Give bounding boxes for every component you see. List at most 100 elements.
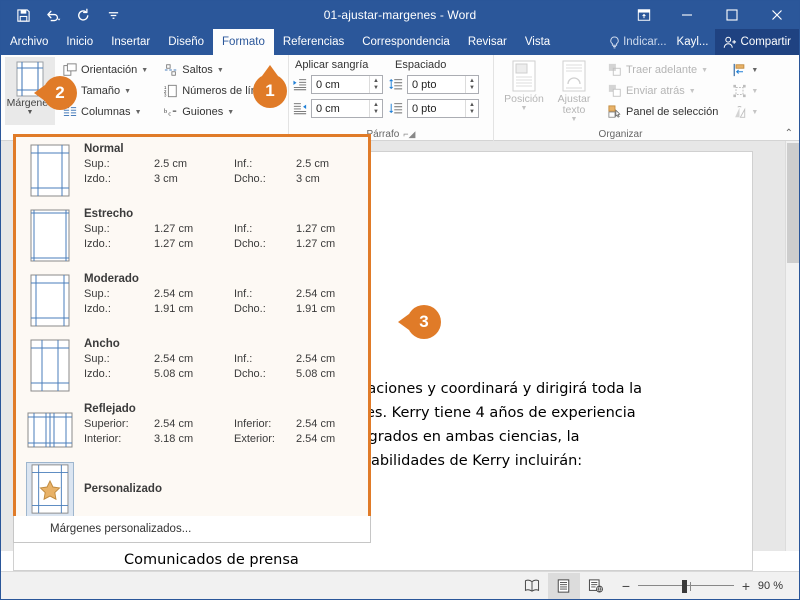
spacing-before-spinner[interactable]: 0 pto ▲ ▼ [407,75,479,94]
vertical-scrollbar[interactable] [785,141,799,551]
position-icon [512,60,536,92]
rotate-objects-icon [735,106,746,118]
share-button[interactable]: Compartir [714,29,799,55]
position-caret-icon[interactable]: ▼ [521,105,528,113]
wrap-text-caret-icon[interactable]: ▼ [571,116,578,124]
margin-preset-estrecho[interactable]: Estrecho Sup.: 1.27 cm Inf.: 1.27 cm Izd… [16,202,368,267]
tab-referencias[interactable]: Referencias [274,29,353,55]
tab-insertar[interactable]: Insertar [102,29,159,55]
user-account-label[interactable]: Kayl... [671,36,715,48]
list-item: Comunicados de prensa [124,552,299,568]
tab-revisar[interactable]: Revisar [459,29,516,55]
spacing-after-arrows[interactable]: ▲ ▼ [465,100,478,117]
selection-pane-label: Panel de selección [626,106,719,118]
tell-me-box[interactable]: Indicar... [605,35,670,49]
zoom-slider[interactable] [637,579,734,593]
chevron-down-icon[interactable]: ▼ [689,88,696,95]
margins-caret-icon[interactable]: ▼ [27,109,34,117]
indent-left-spinner[interactable]: 0 cm ▲ ▼ [311,75,383,94]
redo-icon[interactable] [69,3,97,27]
preset-values: Sup.: 2.5 cm Inf.: 2.5 cm Izdo.: 3 cm Dc… [84,157,364,187]
spacing-before-icon [389,79,403,90]
spacing-after-spinner[interactable]: 0 pto ▲ ▼ [407,99,479,118]
margin-preset-personalizado[interactable]: Personalizado [16,461,368,517]
save-icon[interactable] [9,3,37,27]
indent-left-field[interactable]: 0 cm ▲ ▼ [293,74,383,95]
spacing-before-field[interactable]: 0 pto ▲ ▼ [389,74,479,95]
selection-pane-button[interactable]: Panel de selección [604,102,722,122]
rotate-objects-button[interactable]: ▼ [728,102,762,122]
send-backward-button[interactable]: Enviar atrás ▼ [604,81,722,101]
share-person-icon [723,36,736,48]
columns-button[interactable]: Columnas ▼ [59,102,152,122]
tab-archivo[interactable]: Archivo [1,29,57,55]
margin-preset-ancho[interactable]: Ancho Sup.: 2.54 cm Inf.: 2.54 cm Izdo.:… [16,332,368,397]
field-label: Inf.: [234,158,253,170]
undo-icon[interactable] [39,3,67,27]
chevron-down-icon[interactable]: ▼ [751,88,758,95]
tab-diseno[interactable]: Diseño [159,29,213,55]
chevron-down-icon[interactable]: ▼ [124,88,131,95]
chevron-down-icon[interactable]: ▼ [751,67,758,74]
chevron-down-icon[interactable]: ▼ [135,109,142,116]
ribbon-group-paragraph: Aplicar sangría Espaciado 0 cm ▲ ▼ 0 cm … [289,55,494,141]
tab-formato[interactable]: Formato [213,29,274,55]
zoom-slider-thumb[interactable] [681,579,687,593]
size-label: Tamaño [81,85,121,97]
field-label: Dcho.: [234,368,266,380]
web-layout-icon[interactable] [580,573,612,599]
status-bar: − + 90 % [1,571,799,599]
spacing-after-field[interactable]: 0 pto ▲ ▼ [389,98,479,119]
custom-margins-menu-item[interactable]: Márgenes personalizados... [13,516,371,543]
indent-left-arrows[interactable]: ▲ ▼ [369,76,382,93]
close-button[interactable] [754,1,799,29]
zoom-in-button[interactable]: + [740,578,752,594]
spacing-before-arrows[interactable]: ▲ ▼ [465,76,478,93]
orientation-button[interactable]: Orientación ▼ [59,60,152,80]
word-window: 01-ajustar-margenes - Word Archivo Inici… [0,0,800,600]
field-value: 3.18 cm [154,433,194,445]
wrap-text-button[interactable]: Ajustar texto ▼ [550,57,598,125]
zoom-out-button[interactable]: − [620,578,632,594]
maximize-button[interactable] [709,1,754,29]
preset-title: Estrecho [84,208,134,220]
zoom-level-label[interactable]: 90 % [758,580,791,592]
tab-inicio[interactable]: Inicio [57,29,102,55]
group-objects-button[interactable]: ▼ [728,81,762,101]
collapse-ribbon-button[interactable]: ⌃ [785,128,793,139]
custom-margins-text: Personalizado [74,483,364,495]
margin-preset-reflejado[interactable]: Reflejado Superior: 2.54 cm Inferior: 2.… [16,397,368,462]
position-button[interactable]: Posición ▼ [498,57,550,125]
read-mode-icon[interactable] [516,573,548,599]
customize-qat-icon[interactable] [99,3,127,27]
paragraph-dialog-launcher[interactable]: ⌐◢ [403,129,415,140]
minimize-button[interactable] [664,1,709,29]
quick-access-toolbar [1,3,127,27]
align-objects-button[interactable]: ▼ [728,60,762,80]
preset-title: Personalizado [84,483,162,495]
spacing-before-value: 0 pto [412,78,437,91]
field-label: Izdo.: [84,368,111,380]
chevron-down-icon[interactable]: ▼ [141,67,148,74]
chevron-down-icon[interactable]: ▼ [227,109,234,116]
indent-right-arrows[interactable]: ▲ ▼ [369,100,382,117]
tab-vista[interactable]: Vista [516,29,559,55]
indent-right-field[interactable]: 0 cm ▲ ▼ [293,98,383,119]
chevron-down-icon[interactable]: ▼ [701,67,708,74]
indent-right-spinner[interactable]: 0 cm ▲ ▼ [311,99,383,118]
field-value: 2.54 cm [296,433,336,445]
bring-forward-button[interactable]: Traer adelante ▼ [604,60,722,80]
chevron-down-icon[interactable]: ▼ [751,109,758,116]
chevron-down-icon[interactable]: ▼ [217,67,224,74]
tab-correspondencia[interactable]: Correspondencia [353,29,459,55]
callout-badge-2: 2 [34,76,77,110]
scrollbar-thumb[interactable] [787,143,799,263]
margin-preset-normal[interactable]: Normal Sup.: 2.5 cm Inf.: 2.5 cm Izdo.: … [16,137,368,202]
moderate-margins-text: Moderado Sup.: 2.54 cm Inf.: 2.54 cm Izd… [74,273,364,317]
print-layout-icon[interactable] [547,572,580,599]
ribbon-display-options-icon[interactable] [624,1,664,29]
mirrored-margins-preview [26,403,74,458]
field-value: 2.54 cm [296,353,336,365]
field-value: 5.08 cm [296,368,336,380]
margin-preset-moderado[interactable]: Moderado Sup.: 2.54 cm Inf.: 2.54 cm Izd… [16,267,368,332]
